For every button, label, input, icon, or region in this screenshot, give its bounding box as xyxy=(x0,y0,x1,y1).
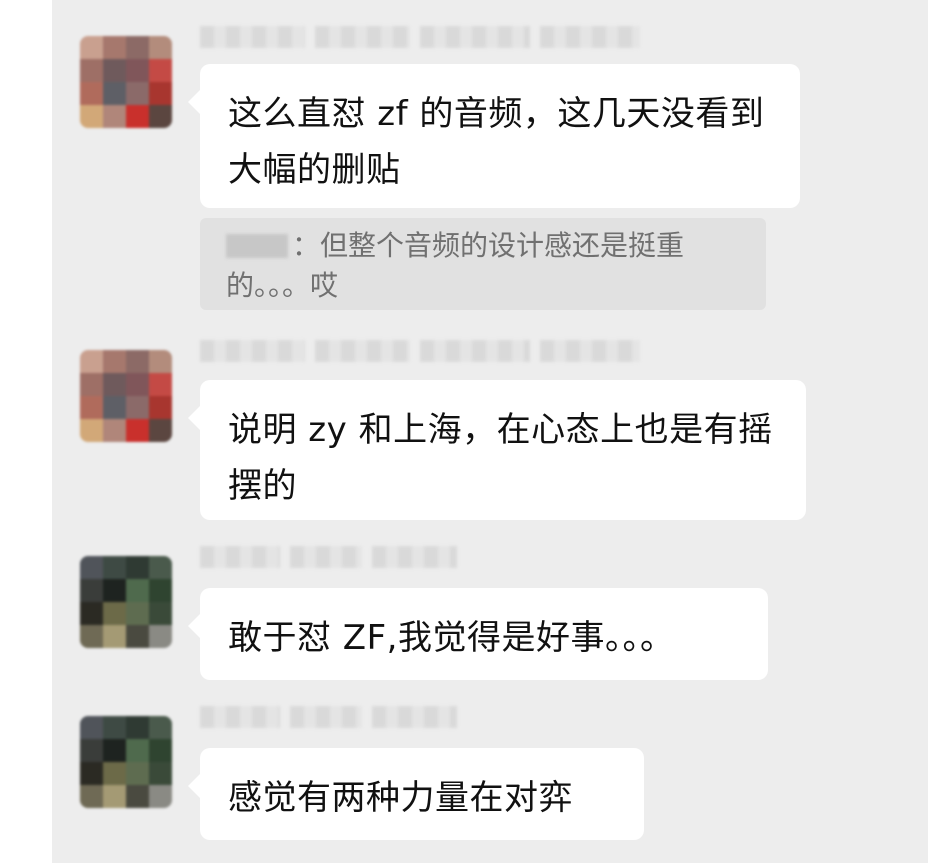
pixelated-avatar-icon xyxy=(80,36,172,128)
sender-name-3 xyxy=(200,546,457,568)
sender-name-2 xyxy=(200,340,640,362)
quote-text: ：但整个音频的设计感还是挺重的。。。哎 xyxy=(226,229,685,302)
pixelated-avatar-icon xyxy=(80,556,172,648)
message-bubble-1[interactable]: 这么直怼 zf 的音频，这几天没看到大幅的删贴 xyxy=(188,64,800,208)
message-text-2: 说明 zy 和上海，在心态上也是有摇摆的 xyxy=(228,410,773,506)
avatar-2[interactable] xyxy=(80,350,172,442)
avatar-4[interactable] xyxy=(80,716,172,808)
message-bubble-3[interactable]: 敢于怼 ZF,我觉得是好事。。。 xyxy=(188,588,768,680)
sender-name-1 xyxy=(200,26,640,48)
avatar-1[interactable] xyxy=(80,36,172,128)
message-text-4: 感觉有两种力量在对弈 xyxy=(228,778,573,818)
pixelated-avatar-icon xyxy=(80,350,172,442)
message-text-1: 这么直怼 zf 的音频，这几天没看到大幅的删贴 xyxy=(228,94,765,190)
quote-sender-name xyxy=(226,234,288,258)
avatar-3[interactable] xyxy=(80,556,172,648)
sender-name-4 xyxy=(200,706,457,728)
message-bubble-2[interactable]: 说明 zy 和上海，在心态上也是有摇摆的 xyxy=(188,380,806,520)
quoted-reply[interactable]: ：但整个音频的设计感还是挺重的。。。哎 xyxy=(200,218,766,310)
message-text-3: 敢于怼 ZF,我觉得是好事。。。 xyxy=(228,618,675,658)
message-bubble-4[interactable]: 感觉有两种力量在对弈 xyxy=(188,748,644,840)
pixelated-avatar-icon xyxy=(80,716,172,808)
